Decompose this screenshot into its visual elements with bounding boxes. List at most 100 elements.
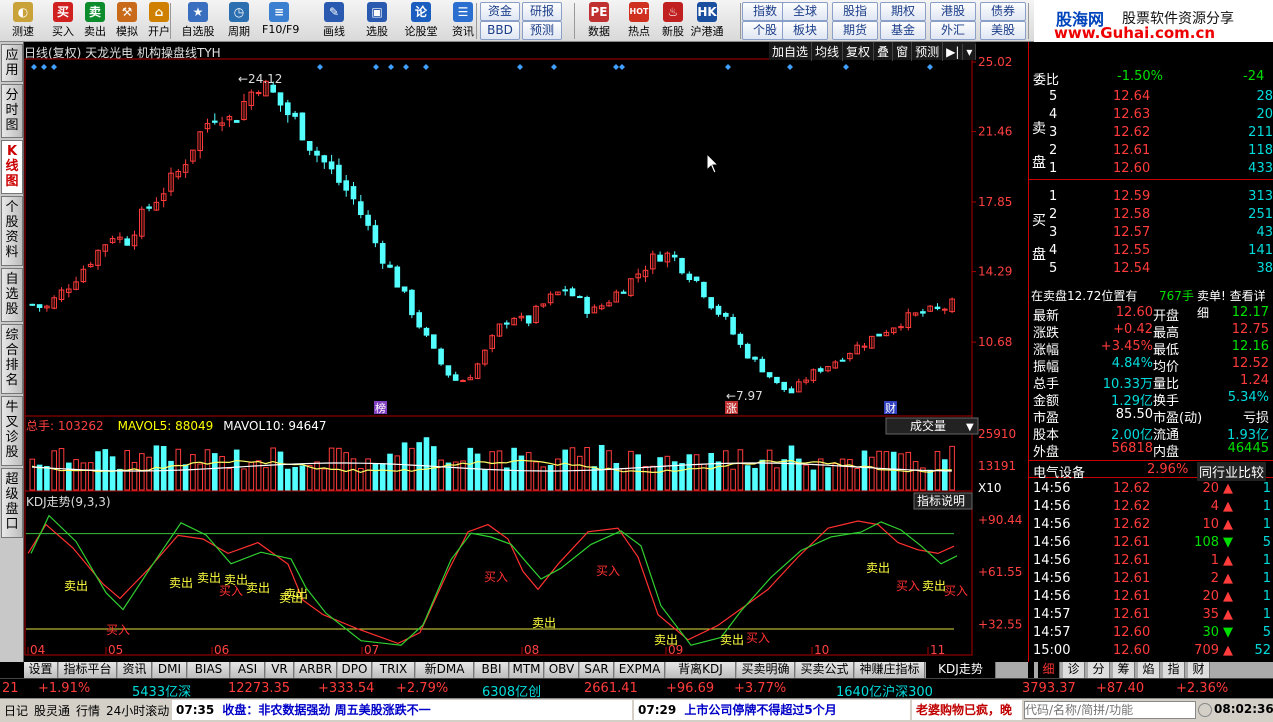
- indicator-tab-9[interactable]: TRIX: [373, 662, 415, 678]
- indicator-tab-10[interactable]: 新DMA: [416, 662, 474, 678]
- toolbar-newshare-button[interactable]: ♨ 新股: [656, 0, 690, 42]
- quote-tab-3[interactable]: 筹: [1113, 662, 1135, 678]
- left-tab-4[interactable]: 自选股: [1, 268, 23, 322]
- buy-level-price: 12.58: [1113, 207, 1151, 222]
- candle-body: [255, 92, 262, 95]
- volume-bar: [285, 468, 291, 491]
- toolbar-sell-button[interactable]: 卖卖出: [78, 0, 112, 42]
- toolbar-forum-button[interactable]: 论论股堂: [404, 0, 438, 42]
- quote-tab-1[interactable]: 诊: [1063, 662, 1085, 678]
- news-ticker-2[interactable]: 07:29 上市公司停牌不得超过5个月: [634, 700, 910, 720]
- indicator-tab-15[interactable]: EXPMA: [615, 662, 665, 678]
- left-tab-2[interactable]: K线图: [1, 140, 23, 194]
- chart-top-button-7[interactable]: ▾: [963, 44, 977, 60]
- indicator-tab-6[interactable]: VR: [266, 662, 294, 678]
- weibi-value: -1.50%: [1117, 69, 1163, 84]
- toolbar-buy-label: 买入: [52, 25, 74, 38]
- indicator-tab-20[interactable]: KDJ走势: [926, 662, 996, 678]
- toolbar-grid-5[interactable]: 期权: [880, 2, 926, 21]
- left-tab-5[interactable]: 综合排名: [1, 324, 23, 394]
- candle-body: [934, 306, 941, 310]
- toolbar-news-button[interactable]: ☰ 资讯: [446, 0, 480, 42]
- indicator-tab-4[interactable]: BIAS: [188, 662, 230, 678]
- toolbar-grid-15[interactable]: 美股: [980, 21, 1026, 40]
- news1-time: 07:35: [176, 703, 215, 717]
- toolbar-data-button[interactable]: PE 数据: [582, 0, 616, 42]
- indicator-tab-0[interactable]: 设置: [24, 662, 58, 678]
- toolbar-grid-7[interactable]: 债券: [980, 2, 1026, 21]
- indicator-tab-12[interactable]: MTM: [510, 662, 544, 678]
- status-24h[interactable]: 24小时滚动: [106, 702, 169, 719]
- toolbar-grid-3[interactable]: 全球: [782, 2, 828, 21]
- sell-level-vol: 211: [1248, 125, 1273, 140]
- chart-top-button-4[interactable]: 窗: [893, 42, 913, 61]
- quote-tab-0[interactable]: 细: [1038, 662, 1060, 678]
- kline-chart-svg[interactable]: 25.02 21.46 17.85 14.29 10.68 ←24.12 ←7.97 榜 涨 财总…: [24, 42, 1028, 662]
- toolbar-grid-13[interactable]: 基金: [880, 21, 926, 40]
- stat-value-left: 85.50: [1115, 407, 1153, 422]
- indicator-tab-18[interactable]: 买卖公式: [796, 662, 854, 678]
- status-diary[interactable]: 日记: [4, 702, 28, 719]
- quote-tab-6[interactable]: 财: [1188, 662, 1210, 678]
- arrow-up-icon: ▲: [1223, 643, 1233, 658]
- toolbar-hot-button[interactable]: HOT 热点: [622, 0, 656, 42]
- indicator-tab-1[interactable]: 指标平台: [59, 662, 117, 678]
- indicator-tab-7[interactable]: ARBR: [295, 662, 337, 678]
- toolbar-grid-9[interactable]: 预测: [522, 21, 562, 40]
- toolbar-grid-1[interactable]: 研报: [522, 2, 562, 21]
- month-label: 09: [668, 643, 683, 657]
- chart-top-button-3[interactable]: 叠: [874, 42, 894, 61]
- indicator-tab-19[interactable]: 神赚庄指标: [855, 662, 925, 678]
- toolbar-grid-12[interactable]: 期货: [832, 21, 878, 40]
- tick-row: 14:56 12.61 20 ▲ 1: [1029, 588, 1273, 606]
- indicator-tab-16[interactable]: 背离KDJ: [666, 662, 736, 678]
- toolbar-draw-button[interactable]: ✎ 画线: [314, 0, 354, 42]
- toolbar-f10-label: F10/F9: [262, 23, 300, 36]
- toolbar-refresh-button[interactable]: ◐ 测速: [6, 0, 40, 42]
- chart-top-button-0[interactable]: 加自选: [769, 42, 813, 61]
- quote-tab-4[interactable]: 焰: [1138, 662, 1160, 678]
- indicator-tab-14[interactable]: SAR: [580, 662, 614, 678]
- data-icon: PE: [589, 2, 609, 22]
- indicator-tab-8[interactable]: DPO: [338, 662, 372, 678]
- industry-compare-button[interactable]: 同行业比较: [1197, 462, 1267, 481]
- toolbar-grid-11[interactable]: 板块: [782, 21, 828, 40]
- quote-tab-5[interactable]: 指: [1163, 662, 1185, 678]
- indicator-tab-5[interactable]: ASI: [231, 662, 265, 678]
- status-quotes[interactable]: 行情: [76, 702, 100, 719]
- toolbar-watch-button[interactable]: ★ 自选股: [178, 0, 218, 42]
- news-ticker-1[interactable]: 07:35 收盘：非农数据强劲 周五美股涨跌不一: [172, 700, 632, 720]
- left-tab-0[interactable]: 应用: [1, 44, 23, 82]
- toolbar-grid-4[interactable]: 股指: [832, 2, 878, 21]
- kline-chart-area[interactable]: 25.02 21.46 17.85 14.29 10.68 ←24.12 ←7.97 榜 涨 财总…: [24, 42, 1028, 662]
- toolbar-select-button[interactable]: ▣ 选股: [360, 0, 394, 42]
- toolbar-grid-0[interactable]: 资金: [480, 2, 520, 21]
- toolbar-period-button[interactable]: ◷ 周期: [222, 0, 256, 42]
- toolbar-sim-button[interactable]: ⚒ 模拟: [110, 0, 144, 42]
- status-gulingtong[interactable]: 股灵通: [34, 702, 70, 719]
- quote-tab-2[interactable]: 分: [1088, 662, 1110, 678]
- toolbar-grid-8[interactable]: BBD: [480, 21, 520, 40]
- candle-body: [584, 296, 590, 314]
- indicator-tab-17[interactable]: 买卖明确: [737, 662, 795, 678]
- toolbar-f10-button[interactable]: ≡ F10/F9: [262, 0, 300, 42]
- chart-top-button-5[interactable]: 预测: [912, 42, 944, 61]
- chart-top-button-6[interactable]: ▶|: [943, 44, 964, 60]
- toolbar-hk-button[interactable]: HK 沪港通: [690, 0, 724, 42]
- indicator-tab-3[interactable]: DMI: [153, 662, 187, 678]
- toolbar-buy-button[interactable]: 买买入: [46, 0, 80, 42]
- candle-body: [212, 120, 218, 123]
- search-input[interactable]: [1024, 701, 1196, 719]
- left-tab-7[interactable]: 超级盘口: [1, 468, 23, 538]
- left-tab-6[interactable]: 牛叉诊股: [1, 396, 23, 466]
- indicator-tab-2[interactable]: 资讯: [118, 662, 152, 678]
- chart-top-button-1[interactable]: 均线: [812, 42, 844, 61]
- news-ticker-3[interactable]: 老婆购物已疯，晚: [912, 700, 1022, 720]
- chart-top-button-2[interactable]: 复权: [843, 42, 875, 61]
- left-tab-1[interactable]: 分时图: [1, 84, 23, 138]
- indicator-tab-11[interactable]: BBI: [475, 662, 509, 678]
- toolbar-grid-14[interactable]: 外汇: [930, 21, 976, 40]
- indicator-tab-13[interactable]: OBV: [545, 662, 579, 678]
- toolbar-grid-6[interactable]: 港股: [930, 2, 976, 21]
- left-tab-3[interactable]: 个股资料: [1, 196, 23, 266]
